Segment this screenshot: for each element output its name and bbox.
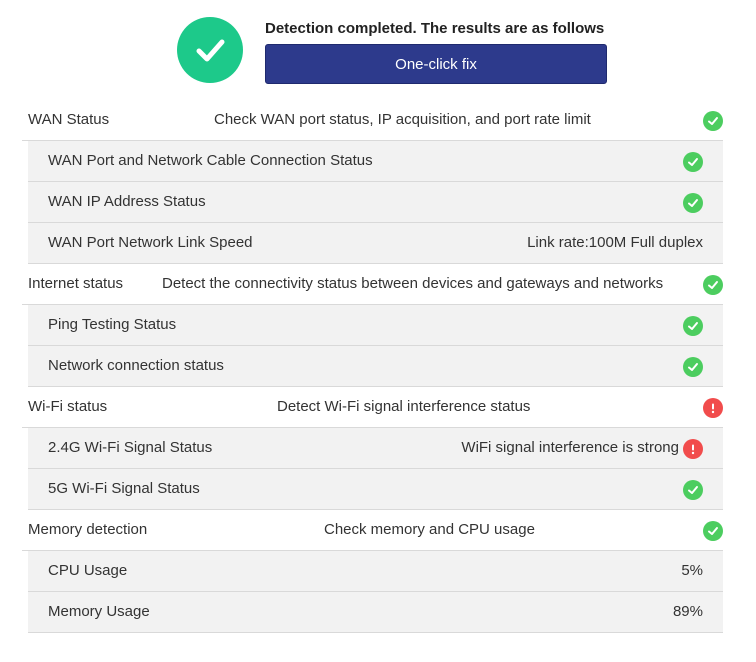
section-internet-status: Internet status Detect the connectivity … — [22, 264, 723, 305]
section-description: Detect the connectivity status between d… — [162, 275, 664, 292]
success-check-icon — [703, 275, 723, 295]
list-item: WAN Port and Network Cable Connection St… — [28, 141, 723, 182]
page-title: Detection completed. The results are as … — [265, 20, 605, 37]
section-wifi-status: Wi-Fi status Detect Wi-Fi signal interfe… — [22, 387, 723, 428]
section-description: Check memory and CPU usage — [324, 521, 535, 538]
section-label: WAN Status — [28, 111, 110, 128]
item-value: 89% — [672, 603, 703, 620]
one-click-fix-button[interactable]: One-click fix — [265, 44, 607, 84]
results-list: WAN Status Check WAN port status, IP acq… — [0, 100, 756, 633]
list-item: CPU Usage 5% — [28, 551, 723, 592]
detection-header: Detection completed. The results are as … — [0, 0, 756, 100]
item-label: WAN Port and Network Cable Connection St… — [48, 152, 373, 169]
section-wan-status: WAN Status Check WAN port status, IP acq… — [22, 100, 723, 141]
section-memory-detection: Memory detection Check memory and CPU us… — [22, 510, 723, 551]
item-label: 2.4G Wi-Fi Signal Status — [48, 439, 213, 456]
item-label: CPU Usage — [48, 562, 128, 579]
section-label: Internet status — [28, 275, 124, 292]
list-item: Network connection status — [28, 346, 723, 387]
warning-icon — [703, 398, 723, 418]
item-label: Memory Usage — [48, 603, 150, 620]
item-label: WAN Port Network Link Speed — [48, 234, 253, 251]
list-item: Ping Testing Status — [28, 305, 723, 346]
list-item: WAN IP Address Status — [28, 182, 723, 223]
success-check-icon — [683, 357, 703, 377]
section-description: Detect Wi-Fi signal interference status — [277, 398, 531, 415]
section-label: Memory detection — [28, 521, 148, 538]
item-label: WAN IP Address Status — [48, 193, 206, 210]
section-description: Check WAN port status, IP acquisition, a… — [214, 111, 591, 128]
item-value: 5% — [681, 562, 703, 579]
item-value: Link rate:100M Full duplex — [527, 234, 703, 251]
success-check-icon — [683, 480, 703, 500]
item-label: Network connection status — [48, 357, 224, 374]
item-label: Ping Testing Status — [48, 316, 177, 333]
success-check-icon — [683, 316, 703, 336]
success-check-icon — [703, 521, 723, 541]
list-item: Memory Usage 89% — [28, 592, 723, 633]
success-check-icon — [703, 111, 723, 131]
item-label: 5G Wi-Fi Signal Status — [48, 480, 200, 497]
list-item: 2.4G Wi-Fi Signal Status WiFi signal int… — [28, 428, 723, 469]
warning-icon — [683, 439, 703, 459]
check-icon — [177, 17, 243, 83]
success-check-icon — [683, 152, 703, 172]
success-check-icon — [683, 193, 703, 213]
list-item: 5G Wi-Fi Signal Status — [28, 469, 723, 510]
list-item: WAN Port Network Link Speed Link rate:10… — [28, 223, 723, 264]
item-value: WiFi signal interference is strong — [461, 439, 679, 456]
section-label: Wi-Fi status — [28, 398, 108, 415]
